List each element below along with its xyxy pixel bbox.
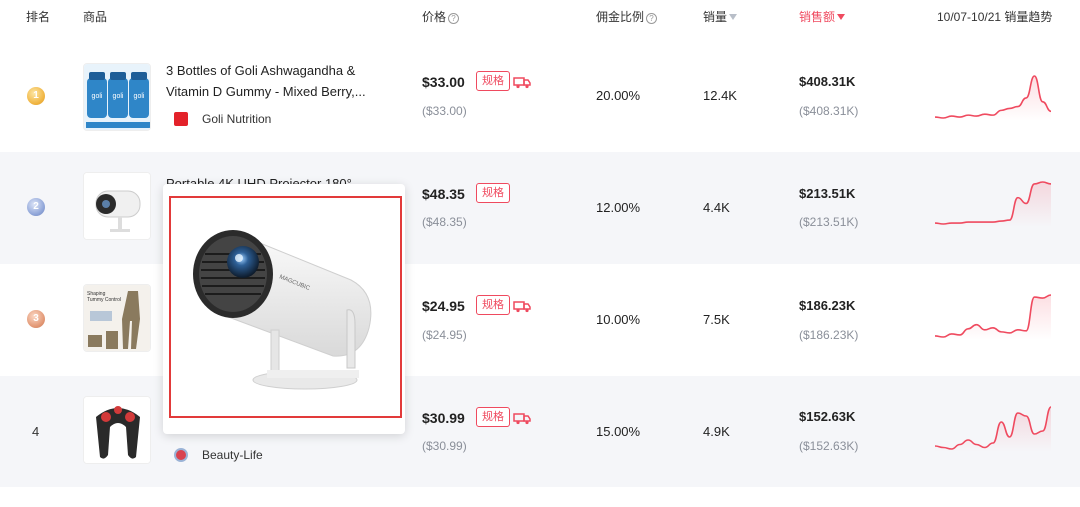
gmv-value: $408.31K — [799, 74, 856, 89]
sparkline-area — [935, 407, 1051, 452]
projector-preview-image: MAGCUBIC — [171, 198, 400, 416]
price-original: ($30.99) — [422, 439, 467, 453]
header-sales-label: 销量 — [703, 10, 728, 24]
sales-count: 4.4K — [703, 200, 730, 215]
spec-button[interactable]: 规格 — [476, 407, 510, 427]
svg-text:Tummy Control: Tummy Control — [87, 297, 121, 303]
gmv-original: ($152.63K) — [799, 439, 859, 453]
sales-count: 12.4K — [703, 88, 737, 103]
shipping-truck-icon — [513, 77, 531, 89]
goli-logo-icon — [174, 112, 188, 126]
table-row[interactable]: 3 Shaping Tummy Control $24.95 ($24.95) … — [0, 264, 1080, 376]
spec-button[interactable]: 规格 — [476, 71, 510, 91]
price: $24.95 — [422, 298, 465, 314]
rank-number: 2 — [33, 201, 39, 212]
gmv-value: $186.23K — [799, 298, 856, 313]
sales-trend-sparkline — [934, 181, 1052, 227]
header-product: 商品 — [83, 10, 108, 24]
commission-rate: 15.00% — [596, 424, 641, 439]
brand-link[interactable]: Beauty-Life — [174, 448, 263, 462]
header-sales-sort[interactable]: 销量 — [703, 8, 738, 25]
commission-rate: 10.00% — [596, 312, 641, 327]
help-icon[interactable]: ? — [646, 13, 658, 24]
bronze-medal-icon: 3 — [27, 310, 45, 328]
svg-text:goli: goli — [113, 93, 124, 100]
shaping-leggings-image: Shaping Tummy Control — [84, 285, 150, 351]
header-gmv-sort[interactable]: 销售额 — [799, 8, 846, 25]
shipping-truck-icon — [513, 301, 531, 313]
table-header: 排名 商品 价格? 佣金比例? 销量 销售额 10/07-10/21 销量趋势 — [0, 0, 1080, 38]
sort-down-icon — [729, 14, 738, 20]
product-thumbnail[interactable] — [83, 172, 151, 240]
sales-trend-sparkline — [934, 406, 1052, 452]
rank-number: 3 — [33, 313, 39, 324]
shipping-truck-icon — [513, 413, 531, 425]
gummy-bottles-image: goli goli goli — [84, 64, 150, 130]
table-row[interactable]: 1 goli goli goli 3 Bottles of Goli Ashwa… — [0, 40, 1080, 152]
product-thumbnail[interactable]: goli goli goli — [83, 63, 151, 131]
product-ranking-page: 排名 商品 价格? 佣金比例? 销量 销售额 10/07-10/21 销量趋势 … — [0, 0, 1080, 507]
sparkline-area — [935, 182, 1051, 227]
header-gmv-label: 销售额 — [799, 10, 836, 24]
sales-count: 7.5K — [703, 312, 730, 327]
header-commission-label: 佣金比例 — [596, 10, 645, 24]
table-row[interactable]: 2 Portable 4K UHD Projector 180° $48.35 … — [0, 152, 1080, 264]
header-price-label: 价格 — [422, 10, 447, 24]
sales-count: 4.9K — [703, 424, 730, 439]
gmv-original: ($408.31K) — [799, 104, 859, 118]
header-commission[interactable]: 佣金比例? — [596, 8, 658, 25]
gmv-value: $152.63K — [799, 409, 856, 424]
sales-trend-sparkline — [934, 294, 1052, 340]
price-original: ($33.00) — [422, 104, 467, 118]
price: $30.99 — [422, 410, 465, 426]
gmv-original: ($186.23K) — [799, 328, 859, 342]
table-row[interactable]: 4 Beauty-Life $30.99 ($30.99) 规格 15.00% … — [0, 376, 1080, 487]
commission-rate: 20.00% — [596, 88, 641, 103]
rank-number: 1 — [33, 90, 39, 101]
svg-text:goli: goli — [134, 93, 145, 100]
header-rank: 排名 — [26, 10, 51, 24]
price-original: ($24.95) — [422, 328, 467, 342]
brand-name: Beauty-Life — [202, 448, 263, 462]
price: $33.00 — [422, 74, 465, 90]
price: $48.35 — [422, 186, 465, 202]
product-title-link[interactable]: 3 Bottles of Goli Ashwagandha & Vitamin … — [166, 60, 396, 102]
spec-button[interactable]: 规格 — [476, 295, 510, 315]
help-icon[interactable]: ? — [448, 13, 460, 24]
header-trend: 10/07-10/21 销量趋势 — [937, 10, 1053, 24]
sparkline-area — [935, 76, 1051, 121]
brand-link[interactable]: Goli Nutrition — [174, 112, 271, 126]
gmv-original: ($213.51K) — [799, 215, 859, 229]
price-original: ($48.35) — [422, 215, 467, 229]
spec-button[interactable]: 规格 — [476, 183, 510, 203]
header-price[interactable]: 价格? — [422, 8, 460, 25]
gold-medal-icon: 1 — [27, 87, 45, 105]
product-thumbnail[interactable] — [83, 396, 151, 464]
sales-trend-sparkline — [934, 75, 1052, 121]
projector-image — [84, 173, 150, 239]
neck-massager-image — [84, 397, 150, 463]
commission-rate: 12.00% — [596, 200, 641, 215]
product-thumbnail[interactable]: Shaping Tummy Control — [83, 284, 151, 352]
silver-medal-icon: 2 — [27, 198, 45, 216]
sort-down-icon — [837, 14, 846, 20]
rank-number: 4 — [32, 424, 40, 439]
beauty-life-logo-icon — [174, 448, 188, 462]
brand-name: Goli Nutrition — [202, 112, 272, 126]
product-image-preview-popup: MAGCUBIC — [163, 184, 405, 434]
gmv-value: $213.51K — [799, 186, 856, 201]
preview-highlight-frame: MAGCUBIC — [169, 196, 402, 418]
svg-text:goli: goli — [92, 93, 103, 100]
